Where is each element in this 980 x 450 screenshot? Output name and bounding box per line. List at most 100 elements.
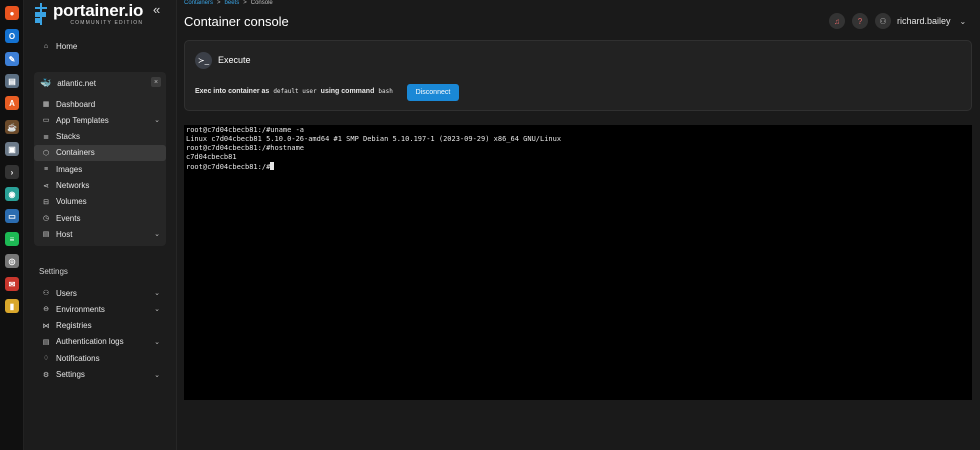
exec-user: default user bbox=[273, 88, 317, 95]
sidebar-item-host[interactable]: ▤ Host ⌄ bbox=[34, 226, 166, 242]
terminal-console[interactable]: root@c7d04cbecb81:/#uname -a Linux c7d04c… bbox=[184, 125, 972, 400]
coffee-icon[interactable]: ☕ bbox=[5, 120, 19, 134]
spotify-icon[interactable]: ≡ bbox=[5, 232, 19, 246]
sidebar-item-dashboard[interactable]: ▦ Dashboard bbox=[34, 96, 166, 112]
sidebar-item-label: Authentication logs bbox=[56, 337, 124, 347]
authentication-logs-icon: ▤ bbox=[42, 338, 50, 346]
home-icon: ⌂ bbox=[43, 42, 49, 50]
files-icon[interactable]: ▤ bbox=[5, 74, 19, 88]
terminal-line-text: root@c7d04cbecb81:/#hostname bbox=[186, 144, 305, 152]
chevron-down-icon[interactable]: ⌄ bbox=[154, 230, 160, 238]
terminal-line: root@c7d04cbecb81:/#uname -a bbox=[186, 126, 970, 135]
sidebar-item-label: Volumes bbox=[56, 197, 87, 207]
remote-desktop-icon[interactable]: ▭ bbox=[5, 209, 19, 223]
exec-prefix: Exec into container as bbox=[195, 88, 270, 95]
chevron-down-icon[interactable]: ⌄ bbox=[154, 371, 160, 379]
help-button[interactable]: ? bbox=[852, 13, 868, 29]
settings-icon: ⚙ bbox=[42, 371, 50, 379]
collapse-sidebar-icon[interactable]: « bbox=[153, 2, 160, 17]
containers-icon: ⬡ bbox=[42, 149, 50, 157]
docker-icon: 🐳 bbox=[40, 77, 52, 88]
logo-title: portainer.io bbox=[53, 1, 144, 20]
terminal-cursor bbox=[270, 162, 275, 170]
mail-icon[interactable]: ✉ bbox=[5, 277, 19, 291]
breadcrumb-containers[interactable]: Containers bbox=[184, 0, 213, 6]
outlook-icon[interactable]: O bbox=[5, 29, 19, 43]
sidebar-item-label: Settings bbox=[56, 370, 85, 379]
sidebar-item-label: Events bbox=[56, 213, 81, 223]
notes-icon[interactable]: ✎ bbox=[5, 52, 19, 66]
sidebar-item-containers[interactable]: ⬡ Containers bbox=[34, 144, 166, 161]
sidebar-item-label: Containers bbox=[56, 148, 95, 158]
disconnect-button[interactable]: Disconnect bbox=[407, 84, 459, 101]
chevron-down-icon[interactable]: ⌄ bbox=[154, 116, 160, 124]
chevron-down-icon: ⌄ bbox=[959, 16, 967, 26]
sidebar-item-registries[interactable]: ⋈ Registries bbox=[34, 318, 166, 334]
terminal-line: root@c7d04cbecb81:/# bbox=[186, 162, 970, 172]
volumes-icon: ⊟ bbox=[43, 198, 49, 206]
notifications-button[interactable]: ♫ bbox=[829, 13, 845, 29]
chevron-down-icon[interactable]: ⌄ bbox=[154, 338, 160, 346]
username: richard.bailey bbox=[897, 16, 951, 26]
sidebar-item-settings[interactable]: ⚙ Settings ⌄ bbox=[34, 367, 166, 383]
portainer-logo[interactable]: portainer.io COMMUNITY EDITION bbox=[34, 2, 143, 26]
terminal-line-text: Linux c7d04cbecb81 5.10.0-26-amd64 #1 SM… bbox=[186, 135, 562, 143]
users-icon: ⚇ bbox=[42, 290, 50, 297]
bell-icon: ♫ bbox=[834, 16, 840, 26]
software-icon[interactable]: A bbox=[5, 96, 19, 110]
breadcrumb-separator: > bbox=[217, 0, 221, 6]
sidebar-item-users[interactable]: ⚇ Users ⌄ bbox=[34, 285, 166, 301]
sidebar-item-volumes[interactable]: ⊟ Volumes bbox=[34, 194, 166, 210]
browser-icon[interactable]: ◉ bbox=[5, 187, 19, 201]
sidebar-item-stacks[interactable]: ≣ Stacks bbox=[34, 129, 166, 145]
execute-title: Execute bbox=[218, 55, 251, 65]
close-environment-icon[interactable]: × bbox=[151, 77, 161, 87]
sidebar-item-home[interactable]: ⌂ Home bbox=[34, 38, 166, 54]
user-menu[interactable]: ⚇ richard.bailey ⌄ bbox=[875, 13, 966, 29]
images-icon: ≡ bbox=[43, 165, 49, 173]
terminal-app-icon[interactable]: › bbox=[5, 165, 19, 179]
user-icon: ⚇ bbox=[879, 16, 887, 26]
app-templates-icon: ▭ bbox=[42, 117, 50, 125]
sidebar-item-authentication-logs[interactable]: ▤ Authentication logs ⌄ bbox=[34, 334, 166, 350]
chevron-down-icon[interactable]: ⌄ bbox=[154, 289, 160, 297]
exec-command: bash bbox=[378, 88, 393, 95]
sidebar-item-events[interactable]: ◷ Events bbox=[34, 210, 166, 226]
sidebar-item-label: Stacks bbox=[56, 132, 81, 142]
breadcrumb-separator: > bbox=[243, 0, 247, 6]
chevron-down-icon[interactable]: ⌄ bbox=[154, 305, 160, 313]
terminal-line: c7d04cbecb81 bbox=[186, 153, 970, 162]
sidebar-item-images[interactable]: ≡ Images bbox=[34, 161, 166, 177]
environments-icon: ⊖ bbox=[43, 306, 49, 314]
avatar: ⚇ bbox=[875, 13, 891, 29]
archive-icon[interactable]: ▮ bbox=[5, 299, 19, 313]
firefox-icon[interactable]: ● bbox=[5, 6, 19, 20]
terminal-line: Linux c7d04cbecb81 5.10.0-26-amd64 #1 SM… bbox=[186, 135, 970, 144]
page-title: Container console bbox=[184, 14, 289, 29]
sidebar-item-notifications[interactable]: ♢ Notifications bbox=[34, 350, 166, 366]
sidebar-item-label: Home bbox=[56, 41, 78, 51]
breadcrumb-container[interactable]: beets bbox=[225, 0, 240, 6]
sidebar-item-label: Users bbox=[56, 288, 77, 298]
sidebar-item-label: App Templates bbox=[56, 115, 109, 125]
sidebar-item-label: Notifications bbox=[56, 353, 100, 363]
terminal-line-text: root@c7d04cbecb81:/#uname -a bbox=[186, 126, 305, 134]
registries-icon: ⋈ bbox=[42, 322, 50, 330]
dashboard-icon: ▦ bbox=[42, 101, 50, 108]
sidebar-item-networks[interactable]: ⋖ Networks bbox=[34, 178, 166, 194]
sidebar-item-label: Environments bbox=[56, 304, 105, 314]
settings-app-icon[interactable]: ▣ bbox=[5, 142, 19, 156]
terminal-icon: ≻_ bbox=[195, 52, 212, 69]
terminal-line-text: c7d04cbecb81 bbox=[186, 153, 237, 161]
sidebar-item-label: Dashboard bbox=[56, 99, 96, 109]
exec-middle: using command bbox=[320, 88, 375, 95]
breadcrumb-current: Console bbox=[250, 0, 273, 6]
sidebar-item-app-templates[interactable]: ▭ App Templates ⌄ bbox=[34, 112, 166, 128]
execute-panel: ≻_ Execute Exec into container as defaul… bbox=[184, 40, 972, 111]
sidebar-item-environments[interactable]: ⊖ Environments ⌄ bbox=[34, 301, 166, 317]
portainer-logo-icon bbox=[34, 3, 48, 25]
sidebar-item-label: Registries bbox=[56, 321, 92, 331]
terminal-line-text: root@c7d04cbecb81:/# bbox=[186, 163, 271, 171]
disk-icon[interactable]: ◎ bbox=[5, 254, 19, 268]
terminal-line: root@c7d04cbecb81:/#hostname bbox=[186, 144, 970, 153]
